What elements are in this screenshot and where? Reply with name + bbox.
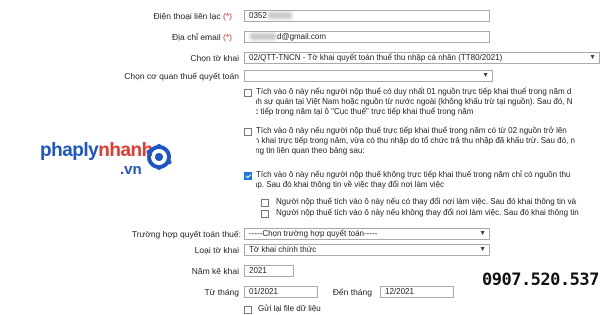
case-select[interactable]: -----Chọn trường hợp quyết toán----- ▼: [244, 228, 490, 240]
tax-office-label: Chọn cơ quan thuế quyết toán: [124, 71, 239, 81]
multi-source-text: Tích vào ô này nếu người nộp thuế trực t…: [256, 126, 575, 155]
from-month-label: Từ tháng: [204, 287, 239, 297]
declaration-select[interactable]: 02/QTT-TNCN - Tờ khai quyết toán thuế th…: [244, 52, 600, 64]
no-direct-text: Tích vào ô này nếu người nộp thuế không …: [256, 170, 571, 189]
same-workplace-text: Người nộp thuế tích vào ô này nếu không …: [276, 208, 579, 217]
chevron-down-icon: ▼: [482, 72, 489, 79]
email-field[interactable]: d@gmail.com: [244, 31, 490, 43]
to-month-field[interactable]: 12/2021: [380, 286, 454, 298]
chevron-down-icon: ▼: [479, 246, 486, 253]
brand-part1: phaply: [40, 140, 99, 161]
email-label: Địa chỉ email (*): [171, 32, 232, 42]
brand-part2: nhanh: [98, 140, 153, 161]
no-direct-checkbox[interactable]: [244, 172, 252, 180]
chevron-down-icon: ▼: [479, 230, 486, 237]
contact-phone-watermark: 0907.520.537: [482, 268, 600, 292]
changed-workplace-text: Người nộp thuế tích vào ô này nếu có tha…: [276, 197, 577, 206]
single-source-checkbox[interactable]: [244, 89, 252, 97]
year-field[interactable]: 2021: [244, 265, 294, 277]
chevron-down-icon: ▼: [589, 54, 596, 61]
type-label: Loại tờ khai: [194, 245, 239, 255]
phone-label: Điện thoại liên lạc (*): [153, 11, 232, 21]
resend-label: Gửi lại file dữ liệu: [258, 304, 321, 313]
brand-suffix: .vn: [120, 161, 142, 178]
resend-checkbox[interactable]: [244, 306, 252, 314]
changed-workplace-checkbox[interactable]: [261, 199, 269, 207]
to-month-label: Đến tháng: [332, 287, 372, 297]
same-workplace-checkbox[interactable]: [261, 210, 269, 218]
type-select[interactable]: Tờ khai chính thức ▼: [244, 244, 490, 256]
brand-logo: phaplynhanh .vn: [40, 140, 190, 186]
from-month-field[interactable]: 01/2021: [244, 286, 318, 298]
tax-office-select[interactable]: ▼: [244, 70, 493, 82]
brand-mark-icon: [146, 144, 172, 170]
single-source-text: Tích vào ô này nếu người nộp thuế có duy…: [256, 87, 573, 116]
declaration-label: Chọn tờ khai: [190, 53, 239, 63]
multi-source-checkbox[interactable]: [244, 128, 252, 136]
year-label: Năm kê khai: [191, 266, 239, 276]
phone-field[interactable]: 0352: [244, 10, 490, 22]
case-label: Trường hợp quyết toán thuế:: [131, 229, 241, 239]
